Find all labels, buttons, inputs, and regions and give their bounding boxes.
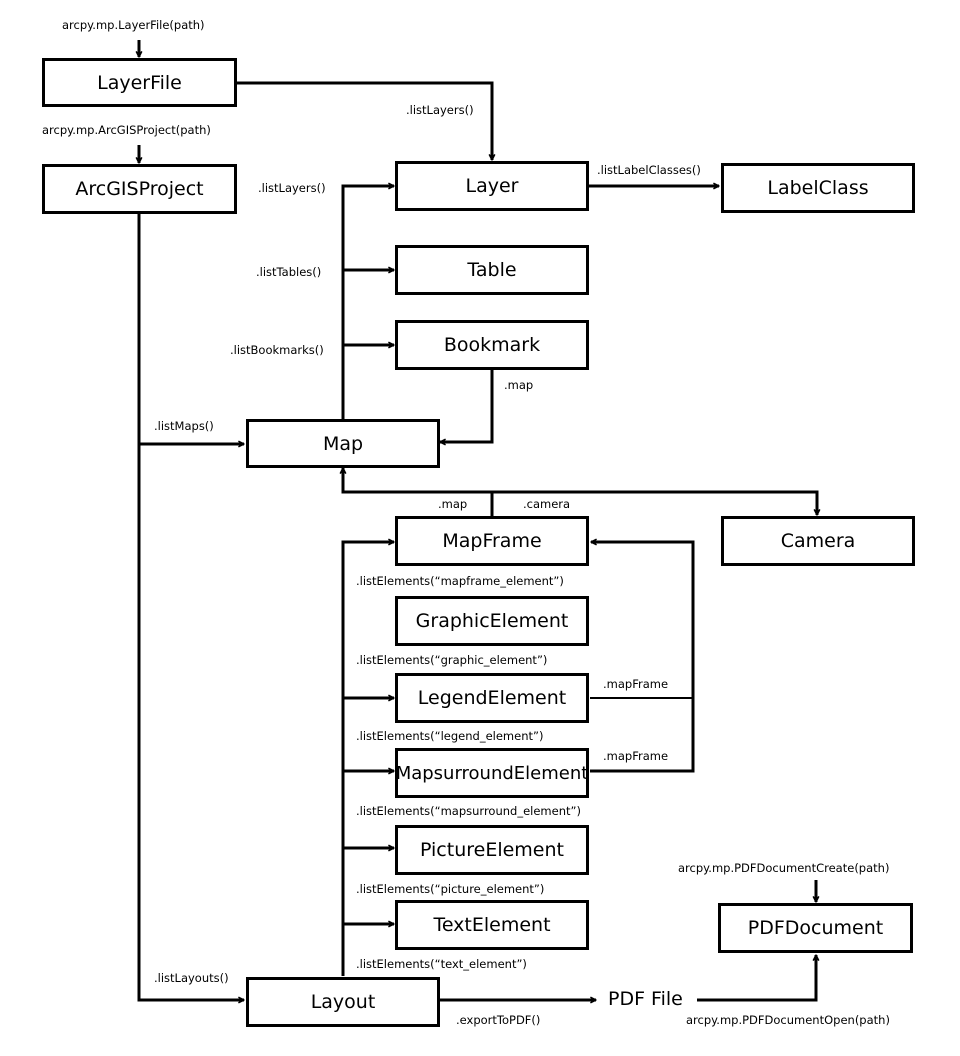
label-list-mapsurround: .listElements(“mapsurround_element”) xyxy=(356,804,581,818)
node-layer: Layer xyxy=(395,161,589,211)
edge-layerfile-layer xyxy=(236,81,492,160)
label-mapframe-camera: .camera xyxy=(523,497,571,511)
label-map-listlayers: .listLayers() xyxy=(258,181,326,195)
node-mapsurroundelement: MapsurroundElement xyxy=(395,748,589,798)
label-layerfile-listlayers: .listLayers() xyxy=(406,103,474,117)
node-camera: Camera xyxy=(721,516,915,566)
edge-pdffile-pdfdocument xyxy=(697,955,816,1002)
label-pdfdoc-open: arcpy.mp.PDFDocumentOpen(path) xyxy=(686,1013,890,1027)
label-list-legend: .listElements(“legend_element”) xyxy=(356,729,544,743)
label-mapsurround-mapframe: .mapFrame xyxy=(603,749,669,763)
label-listlayouts: .listLayouts() xyxy=(154,971,229,985)
edge-mapframe-map xyxy=(343,468,492,494)
node-arcgisproject: ArcGISProject xyxy=(42,164,237,214)
node-mapframe: MapFrame xyxy=(395,516,589,566)
label-listbookmarks: .listBookmarks() xyxy=(230,343,324,357)
edge-bookmark-map xyxy=(440,369,494,442)
node-labelclass: LabelClass xyxy=(721,163,915,213)
label-legend-mapframe: .mapFrame xyxy=(603,677,669,691)
node-table: Table xyxy=(395,245,589,295)
label-pdfdoc-create: arcpy.mp.PDFDocumentCreate(path) xyxy=(678,861,890,875)
node-textelement: TextElement xyxy=(395,900,589,950)
node-layerfile: LayerFile xyxy=(42,58,237,107)
label-listtables: .listTables() xyxy=(256,265,322,279)
label-list-text: .listElements(“text_element”) xyxy=(356,957,527,971)
label-bookmark-map: .map xyxy=(504,378,534,392)
label-mapframe-map: .map xyxy=(438,497,468,511)
label-list-picture: .listElements(“picture_element”) xyxy=(356,882,545,896)
node-pdfdocument: PDFDocument xyxy=(718,903,913,953)
label-arcgisproject-ctor: arcpy.mp.ArcGISProject(path) xyxy=(42,123,211,137)
edge-mapsurround-mapframe xyxy=(590,542,695,773)
label-list-graphic: .listElements(“graphic_element”) xyxy=(356,653,548,667)
edge-project-layout xyxy=(137,213,244,1000)
label-listmaps: .listMaps() xyxy=(154,419,214,433)
node-graphicelement: GraphicElement xyxy=(395,596,589,646)
node-pdffile: PDF File xyxy=(608,988,683,1010)
label-list-mapframe: .listElements(“mapframe_element”) xyxy=(356,574,564,588)
node-layout: Layout xyxy=(246,977,440,1027)
label-exporttopdf: .exportToPDF() xyxy=(456,1013,541,1027)
node-bookmark: Bookmark xyxy=(395,320,589,370)
node-map: Map xyxy=(246,419,440,468)
node-pictureelement: PictureElement xyxy=(395,825,589,875)
node-legendelement: LegendElement xyxy=(395,673,589,723)
label-layerfile-ctor: arcpy.mp.LayerFile(path) xyxy=(62,18,205,32)
edge-map-layer xyxy=(341,186,394,420)
edge-layout-mapframe xyxy=(341,542,394,976)
label-listlabelclasses: .listLabelClasses() xyxy=(597,163,701,177)
